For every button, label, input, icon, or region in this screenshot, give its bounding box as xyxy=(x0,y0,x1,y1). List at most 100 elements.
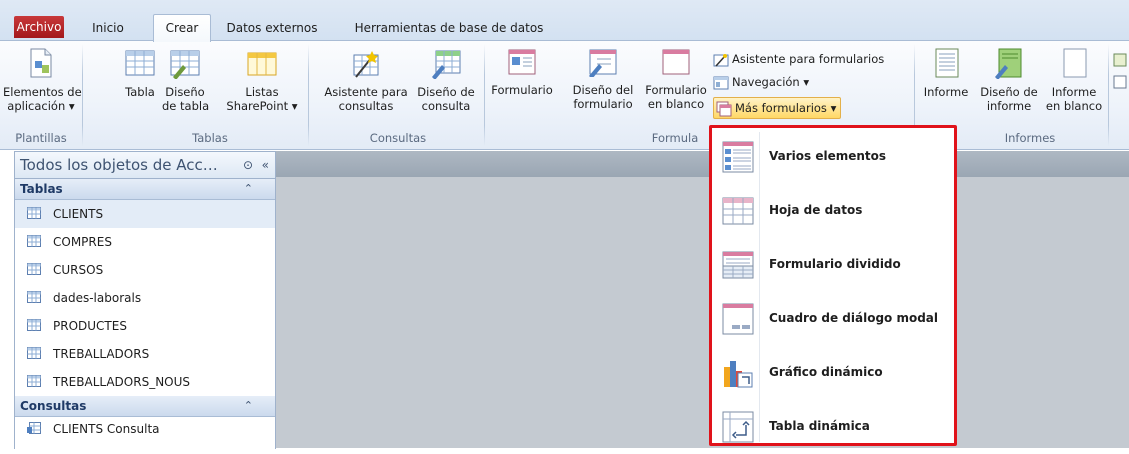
informe-button[interactable]: Informe xyxy=(918,47,974,99)
nav-item-table[interactable]: TREBALLADORS xyxy=(15,340,275,368)
collapse-section-icon[interactable]: ⌃ xyxy=(244,179,253,199)
diseno-consulta-label-2: consulta xyxy=(421,99,471,113)
collapse-section-icon[interactable]: ⌃ xyxy=(244,396,253,416)
workspace xyxy=(276,151,1129,448)
nav-collapse-icon[interactable]: « xyxy=(262,152,269,178)
table-icon xyxy=(27,262,41,275)
elementos-label-2: aplicación ▾ xyxy=(7,99,75,113)
group-separator xyxy=(1108,44,1109,146)
nav-item-table[interactable]: CLIENTS xyxy=(15,200,275,228)
tab-datos-externos[interactable]: Datos externos xyxy=(222,17,322,40)
formulario-blanco-label-2: en blanco xyxy=(647,97,705,111)
query-icon xyxy=(27,421,41,434)
nav-section-consultas-label: Consultas xyxy=(20,399,87,413)
nav-item-table[interactable]: TREBALLADORS_NOUS xyxy=(15,368,275,396)
formulario-blanco-button[interactable]: Formulario en blanco xyxy=(643,47,709,111)
menu-item-grafico-dinamico[interactable]: Gráfico dinámico xyxy=(712,346,954,400)
report-design-icon xyxy=(995,48,1022,79)
asistente-consultas-button[interactable]: Asistente para consultas xyxy=(318,47,414,113)
group-label-tablas: Tablas xyxy=(192,131,228,145)
group-label-consultas: Consultas xyxy=(369,131,427,145)
tab-herramientas-bd[interactable]: Herramientas de base de datos xyxy=(338,17,560,40)
table-icon xyxy=(27,290,41,303)
listas-sharepoint-button[interactable]: Listas SharePoint ▾ xyxy=(225,47,299,113)
informe-blanco-label-1: Informe xyxy=(1051,85,1097,99)
menu-item-label: Hoja de datos xyxy=(769,203,863,217)
diseno-tabla-label-1: Diseño xyxy=(165,85,205,99)
formulario-blanco-label-1: Formulario xyxy=(645,83,707,97)
diseno-formulario-label-1: Diseño del xyxy=(572,83,634,97)
report-icon xyxy=(935,48,959,78)
nav-item-table[interactable]: COMPRES xyxy=(15,228,275,256)
menu-item-label: Formulario dividido xyxy=(769,257,901,271)
listas-label-2: SharePoint ▾ xyxy=(226,99,298,113)
nav-section-tablas[interactable]: Tablas ⌃ xyxy=(15,179,275,200)
pivot-chart-icon xyxy=(724,361,753,388)
formulario-button[interactable]: Formulario xyxy=(480,47,564,97)
menu-item-formulario-dividido[interactable]: Formulario dividido xyxy=(712,238,954,292)
multiple-items-icon xyxy=(722,141,754,173)
menu-item-varios-elementos[interactable]: Varios elementos xyxy=(712,130,954,184)
tab-crear[interactable]: Crear xyxy=(153,14,211,42)
navigation-form-icon xyxy=(713,76,729,89)
datasheet-icon xyxy=(722,197,754,225)
mas-formularios-menu: Varios elementos Hoja de datos Formulari… xyxy=(709,125,957,446)
group-label-formularios: Formula xyxy=(651,131,699,145)
menu-item-cuadro-dialogo-modal[interactable]: Cuadro de diálogo modal xyxy=(712,292,954,346)
nav-item-label: CURSOS xyxy=(53,263,104,277)
diseno-tabla-button[interactable]: Diseño de tabla xyxy=(162,47,210,113)
elementos-aplicacion-button[interactable]: Elementos de aplicación ▾ xyxy=(3,47,82,113)
mas-formularios-label: Más formularios ▾ xyxy=(735,101,837,115)
nav-item-table[interactable]: PRODUCTES xyxy=(15,312,275,340)
table-icon xyxy=(27,234,41,247)
informe-label: Informe xyxy=(923,85,969,99)
diseno-formulario-button[interactable]: Diseño del formulario xyxy=(565,47,641,111)
nav-item-table[interactable]: CURSOS xyxy=(15,256,275,284)
menu-item-hoja-de-datos[interactable]: Hoja de datos xyxy=(712,184,954,238)
modal-dialog-icon xyxy=(722,303,754,335)
group-label-informes: Informes xyxy=(1004,131,1056,145)
informe-blanco-button[interactable]: Informe en blanco xyxy=(1044,47,1104,113)
nav-item-label: TREBALLADORS xyxy=(53,347,150,361)
asistente-formularios-label: Asistente para formularios xyxy=(732,52,885,66)
mas-formularios-button[interactable]: Más formularios ▾ xyxy=(713,97,842,119)
table-design-icon xyxy=(170,50,200,79)
navegacion-button[interactable]: Navegación ▾ xyxy=(713,72,809,92)
nav-section-consultas[interactable]: Consultas ⌃ xyxy=(15,396,275,417)
query-design-icon xyxy=(432,50,461,79)
diseno-informe-button[interactable]: Diseño de informe xyxy=(975,47,1043,113)
nav-pane-title: Todos los objetos de Acc… xyxy=(20,156,218,174)
tabla-button[interactable]: Tabla xyxy=(120,47,160,99)
nav-item-label: CLIENTS xyxy=(53,207,104,221)
menu-item-label: Cuadro de diálogo modal xyxy=(769,311,939,325)
nav-item-table[interactable]: dades-laborals xyxy=(15,284,275,312)
overflow-icons[interactable] xyxy=(1113,52,1127,92)
diseno-informe-label-2: informe xyxy=(986,99,1032,113)
nav-pane-header[interactable]: Todos los objetos de Acc… ⊙ « xyxy=(15,152,275,179)
diseno-tabla-label-2: de tabla xyxy=(162,99,210,113)
nav-item-query[interactable]: CLIENTS Consulta xyxy=(15,417,275,439)
diseno-informe-label-1: Diseño de xyxy=(980,85,1038,99)
table-icon xyxy=(27,206,41,219)
ribbon-tab-bar: Archivo Inicio Crear Datos externos Herr… xyxy=(0,0,1129,42)
sharepoint-list-icon xyxy=(247,52,277,76)
menu-item-tabla-dinamica[interactable]: Tabla dinámica xyxy=(712,400,954,454)
tab-archivo[interactable]: Archivo xyxy=(14,16,64,38)
application-parts-icon xyxy=(30,48,52,78)
menu-item-label: Tabla dinámica xyxy=(769,419,870,433)
elementos-label-1: Elementos de xyxy=(3,85,82,99)
tab-inicio[interactable]: Inicio xyxy=(85,17,131,40)
asistente-formularios-button[interactable]: Asistente para formularios xyxy=(713,49,884,69)
form-design-icon xyxy=(589,49,617,77)
diseno-consulta-button[interactable]: Diseño de consulta xyxy=(414,47,478,113)
table-icon xyxy=(27,374,41,387)
table-icon xyxy=(27,318,41,331)
nav-item-label: PRODUCTES xyxy=(53,319,127,333)
nav-item-label: dades-laborals xyxy=(53,291,142,305)
nav-item-label: CLIENTS Consulta xyxy=(53,422,160,436)
asistente-consultas-label-2: consultas xyxy=(338,99,394,113)
table-icon xyxy=(27,346,41,359)
navegacion-label: Navegación ▾ xyxy=(732,75,810,89)
nav-dropdown-icon[interactable]: ⊙ xyxy=(243,152,253,178)
more-forms-icon xyxy=(716,101,732,116)
